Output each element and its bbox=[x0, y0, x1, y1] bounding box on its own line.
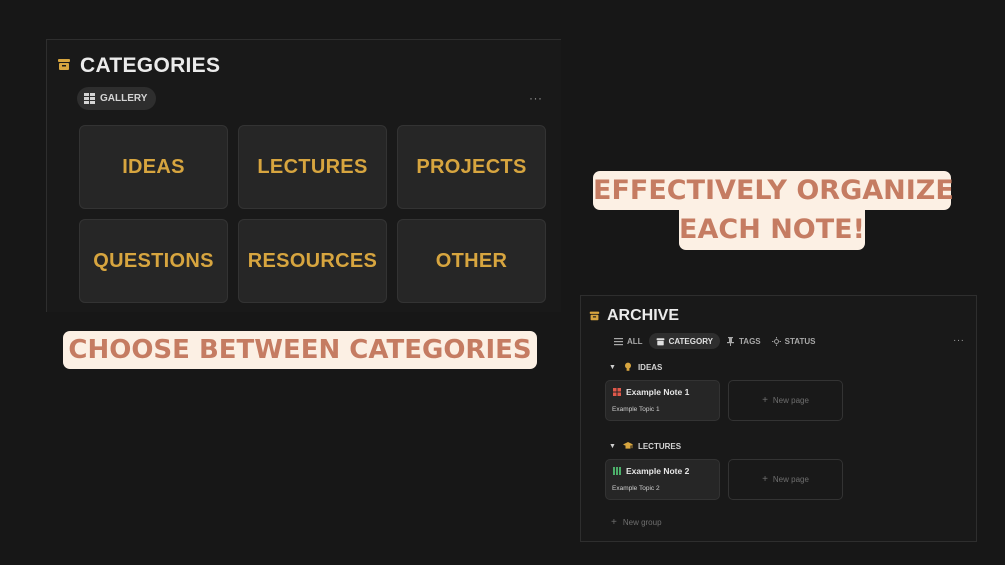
category-card-projects[interactable]: PROJECTS bbox=[397, 125, 546, 209]
new-page-label: New page bbox=[772, 475, 809, 484]
category-card-resources[interactable]: RESOURCES bbox=[238, 219, 387, 303]
tab-tags-label: TAGS bbox=[739, 336, 761, 346]
categories-title: CATEGORIES bbox=[57, 54, 220, 78]
columns-icon bbox=[613, 467, 621, 475]
tab-category[interactable]: CATEGORY bbox=[648, 333, 721, 349]
gallery-view-label: GALLERY bbox=[100, 93, 148, 104]
tab-tags[interactable]: TAGS bbox=[721, 333, 766, 349]
lightbulb-icon bbox=[624, 362, 631, 371]
category-card-other[interactable]: OTHER bbox=[397, 219, 546, 303]
graduation-cap-icon bbox=[622, 442, 633, 449]
archive-box-icon bbox=[58, 59, 70, 70]
list-icon bbox=[614, 337, 623, 345]
group-header-ideas[interactable]: ▼ IDEAS bbox=[609, 362, 662, 372]
tab-category-label: CATEGORY bbox=[668, 336, 714, 346]
archive-panel: ARCHIVE ALL CATEGORY TAGS STATUS ··· ▼ I… bbox=[580, 295, 977, 542]
archive-title-text: ARCHIVE bbox=[607, 307, 680, 324]
archive-box-icon bbox=[656, 337, 664, 345]
tab-status[interactable]: STATUS bbox=[767, 333, 821, 349]
note-name: Example Note 2 bbox=[626, 466, 690, 476]
tab-all-label: ALL bbox=[627, 336, 643, 346]
note-card-example-1[interactable]: Example Note 1 Example Topic 1 bbox=[605, 380, 720, 421]
pin-icon bbox=[727, 336, 735, 346]
category-card-lectures[interactable]: LECTURES bbox=[238, 125, 387, 209]
caption-organize-line1: EFFECTIVELY ORGANIZE bbox=[593, 171, 954, 210]
archive-view-tabs: ALL CATEGORY TAGS STATUS bbox=[609, 333, 821, 349]
collapse-arrow-icon[interactable]: ▼ bbox=[609, 364, 616, 371]
new-page-button-ideas[interactable]: + New page bbox=[728, 380, 843, 421]
note-name: Example Note 1 bbox=[626, 387, 690, 397]
tab-all[interactable]: ALL bbox=[609, 333, 648, 349]
categories-title-text: CATEGORIES bbox=[80, 54, 221, 77]
more-options-icon[interactable]: ··· bbox=[529, 92, 543, 104]
new-page-label: New page bbox=[772, 396, 809, 405]
caption-choose-categories: CHOOSE BETWEEN CATEGORIES bbox=[63, 331, 537, 369]
note-card-example-2[interactable]: Example Note 2 Example Topic 2 bbox=[605, 459, 720, 500]
archive-title: ARCHIVE bbox=[589, 307, 679, 325]
category-card-ideas[interactable]: IDEAS bbox=[79, 125, 228, 209]
gallery-view-tab[interactable]: GALLERY bbox=[77, 87, 157, 110]
categories-panel: CATEGORIES GALLERY ··· IDEAS LECTURES PR… bbox=[46, 39, 561, 312]
plus-icon: + bbox=[762, 395, 768, 406]
more-options-icon[interactable]: ··· bbox=[953, 336, 965, 346]
note-topic: Example Topic 2 bbox=[612, 485, 660, 492]
note-topic: Example Topic 1 bbox=[612, 406, 660, 413]
new-group-label: New group bbox=[622, 518, 662, 527]
tab-status-label: STATUS bbox=[784, 336, 816, 346]
group-label-lectures: LECTURES bbox=[637, 441, 682, 451]
grid-icon bbox=[613, 388, 621, 396]
sun-icon bbox=[771, 336, 781, 346]
new-group-button[interactable]: + New group bbox=[611, 517, 662, 528]
caption-organize-line2: EACH NOTE! bbox=[679, 210, 865, 250]
group-header-lectures[interactable]: ▼ LECTURES bbox=[609, 441, 681, 451]
collapse-arrow-icon[interactable]: ▼ bbox=[609, 443, 616, 450]
gallery-grid-icon bbox=[84, 93, 95, 104]
archive-box-icon bbox=[589, 311, 600, 320]
category-gallery: IDEAS LECTURES PROJECTS QUESTIONS RESOUR… bbox=[79, 125, 546, 303]
plus-icon: + bbox=[611, 517, 617, 528]
group-label-ideas: IDEAS bbox=[637, 362, 663, 372]
category-card-questions[interactable]: QUESTIONS bbox=[79, 219, 228, 303]
new-page-button-lectures[interactable]: + New page bbox=[728, 459, 843, 500]
plus-icon: + bbox=[762, 474, 768, 485]
